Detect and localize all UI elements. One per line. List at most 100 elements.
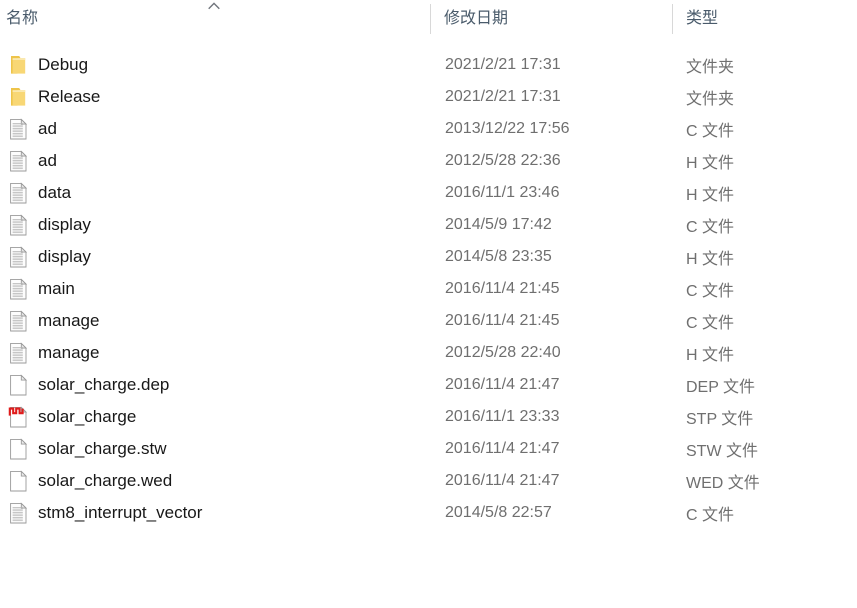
text-document-icon xyxy=(10,118,28,140)
file-type-cell: STW 文件 xyxy=(686,433,851,465)
file-row[interactable]: stm8_interrupt_vector 2014/5/8 22:57 C 文件 xyxy=(0,497,857,529)
file-type-cell: 文件夹 xyxy=(686,81,851,113)
column-header-name-label: 名称 xyxy=(6,9,39,27)
file-row[interactable]: Release 2021/2/21 17:31 文件夹 xyxy=(0,81,857,113)
file-row[interactable]: solar_charge.stw 2016/11/4 21:47 STW 文件 xyxy=(0,433,857,465)
file-name-label: stm8_interrupt_vector xyxy=(38,503,203,522)
file-date-modified-label: 2013/12/22 17:56 xyxy=(445,120,570,137)
file-name-label: ad xyxy=(38,151,57,170)
file-row[interactable]: solar_charge 2016/11/1 23:33 STP 文件 xyxy=(0,401,857,433)
file-name-cell[interactable]: solar_charge xyxy=(8,401,428,433)
file-type-cell: C 文件 xyxy=(686,497,851,529)
file-type-label: C 文件 xyxy=(686,283,735,300)
text-document-icon xyxy=(10,182,28,204)
file-name-label: solar_charge.dep xyxy=(38,375,170,394)
file-name-label: display xyxy=(38,215,91,234)
file-type-label: DEP 文件 xyxy=(686,379,756,396)
file-date-modified-label: 2016/11/1 23:33 xyxy=(445,408,560,425)
blank-document-icon xyxy=(10,438,28,460)
file-date-modified-label: 2016/11/4 21:45 xyxy=(445,280,560,297)
folder-icon xyxy=(11,56,26,74)
file-type-label: C 文件 xyxy=(686,219,735,236)
text-document-icon xyxy=(10,278,28,300)
file-date-modified-cell: 2016/11/4 21:45 xyxy=(445,273,670,305)
column-header-row: 名称 修改日期 类型 xyxy=(0,0,857,37)
file-name-cell[interactable]: Release xyxy=(8,81,428,113)
file-row[interactable]: Debug 2021/2/21 17:31 文件夹 xyxy=(0,49,857,81)
file-name-cell[interactable]: main xyxy=(8,273,428,305)
file-name-cell[interactable]: solar_charge.dep xyxy=(8,369,428,401)
file-date-modified-label: 2014/5/8 23:35 xyxy=(445,248,552,265)
file-row[interactable]: manage 2016/11/4 21:45 C 文件 xyxy=(0,305,857,337)
column-header-type[interactable]: 类型 xyxy=(686,0,846,37)
file-type-cell: 文件夹 xyxy=(686,49,851,81)
file-name-label: Debug xyxy=(38,55,89,74)
file-type-cell: H 文件 xyxy=(686,177,851,209)
file-type-cell: WED 文件 xyxy=(686,465,851,497)
file-row[interactable]: main 2016/11/4 21:45 C 文件 xyxy=(0,273,857,305)
stp-waveform-document-icon xyxy=(8,406,28,428)
file-type-cell: C 文件 xyxy=(686,209,851,241)
file-name-cell[interactable]: manage xyxy=(8,337,428,369)
file-name-cell[interactable]: manage xyxy=(8,305,428,337)
file-name-cell[interactable]: ad xyxy=(8,113,428,145)
file-date-modified-label: 2014/5/9 17:42 xyxy=(445,216,552,233)
file-row[interactable]: solar_charge.dep 2016/11/4 21:47 DEP 文件 xyxy=(0,369,857,401)
file-date-modified-cell: 2016/11/4 21:47 xyxy=(445,433,670,465)
file-name-label: main xyxy=(38,279,75,298)
file-date-modified-cell: 2016/11/4 21:45 xyxy=(445,305,670,337)
file-name-cell[interactable]: solar_charge.stw xyxy=(8,433,428,465)
column-header-date-modified-label: 修改日期 xyxy=(444,9,509,27)
file-name-cell[interactable]: stm8_interrupt_vector xyxy=(8,497,428,529)
file-name-cell[interactable]: Debug xyxy=(8,49,428,81)
file-type-label: H 文件 xyxy=(686,251,735,268)
file-type-cell: H 文件 xyxy=(686,337,851,369)
file-date-modified-label: 2016/11/4 21:47 xyxy=(445,472,560,489)
file-name-cell[interactable]: ad xyxy=(8,145,428,177)
file-date-modified-cell: 2016/11/4 21:47 xyxy=(445,465,670,497)
file-row[interactable]: ad 2012/5/28 22:36 H 文件 xyxy=(0,145,857,177)
file-name-cell[interactable]: display xyxy=(8,209,428,241)
file-row[interactable]: ad 2013/12/22 17:56 C 文件 xyxy=(0,113,857,145)
file-row[interactable]: solar_charge.wed 2016/11/4 21:47 WED 文件 xyxy=(0,465,857,497)
file-type-label: WED 文件 xyxy=(686,475,760,492)
file-row[interactable]: display 2014/5/9 17:42 C 文件 xyxy=(0,209,857,241)
file-date-modified-label: 2021/2/21 17:31 xyxy=(445,88,561,105)
file-row[interactable]: data 2016/11/1 23:46 H 文件 xyxy=(0,177,857,209)
text-document-icon xyxy=(10,342,28,364)
file-date-modified-label: 2014/5/8 22:57 xyxy=(445,504,552,521)
file-name-label: manage xyxy=(38,311,100,330)
file-date-modified-cell: 2013/12/22 17:56 xyxy=(445,113,670,145)
file-name-label: solar_charge xyxy=(38,407,137,426)
file-date-modified-label: 2016/11/4 21:47 xyxy=(445,376,560,393)
file-row[interactable]: display 2014/5/8 23:35 H 文件 xyxy=(0,241,857,273)
file-type-label: STP 文件 xyxy=(686,411,754,428)
file-row[interactable]: manage 2012/5/28 22:40 H 文件 xyxy=(0,337,857,369)
file-date-modified-label: 2012/5/28 22:36 xyxy=(445,152,561,169)
sort-ascending-chevron-up-icon xyxy=(208,2,220,10)
file-type-cell: DEP 文件 xyxy=(686,369,851,401)
file-type-cell: H 文件 xyxy=(686,241,851,273)
file-type-cell: STP 文件 xyxy=(686,401,851,433)
file-name-cell[interactable]: solar_charge.wed xyxy=(8,465,428,497)
file-date-modified-label: 2016/11/4 21:45 xyxy=(445,312,560,329)
file-name-label: data xyxy=(38,183,72,202)
file-explorer-details-view: 名称 修改日期 类型 Debug 2021/2/21 17:31 文件夹 Releas… xyxy=(0,0,857,608)
column-divider-name-date[interactable] xyxy=(430,4,431,34)
file-date-modified-cell: 2016/11/1 23:33 xyxy=(445,401,670,433)
column-header-date-modified[interactable]: 修改日期 xyxy=(444,0,666,37)
file-name-cell[interactable]: data xyxy=(8,177,428,209)
file-name-label: ad xyxy=(38,119,57,138)
file-type-label: H 文件 xyxy=(686,187,735,204)
file-date-modified-cell: 2016/11/4 21:47 xyxy=(445,369,670,401)
blank-document-icon xyxy=(10,374,28,396)
file-date-modified-cell: 2012/5/28 22:36 xyxy=(445,145,670,177)
file-date-modified-label: 2021/2/21 17:31 xyxy=(445,56,561,73)
file-name-cell[interactable]: display xyxy=(8,241,428,273)
column-divider-date-type[interactable] xyxy=(672,4,673,34)
file-type-cell: C 文件 xyxy=(686,273,851,305)
column-header-type-label: 类型 xyxy=(686,9,719,27)
text-document-icon xyxy=(10,214,28,236)
file-list: Debug 2021/2/21 17:31 文件夹 Release 2021/2/21 … xyxy=(0,49,857,529)
file-type-cell: C 文件 xyxy=(686,113,851,145)
